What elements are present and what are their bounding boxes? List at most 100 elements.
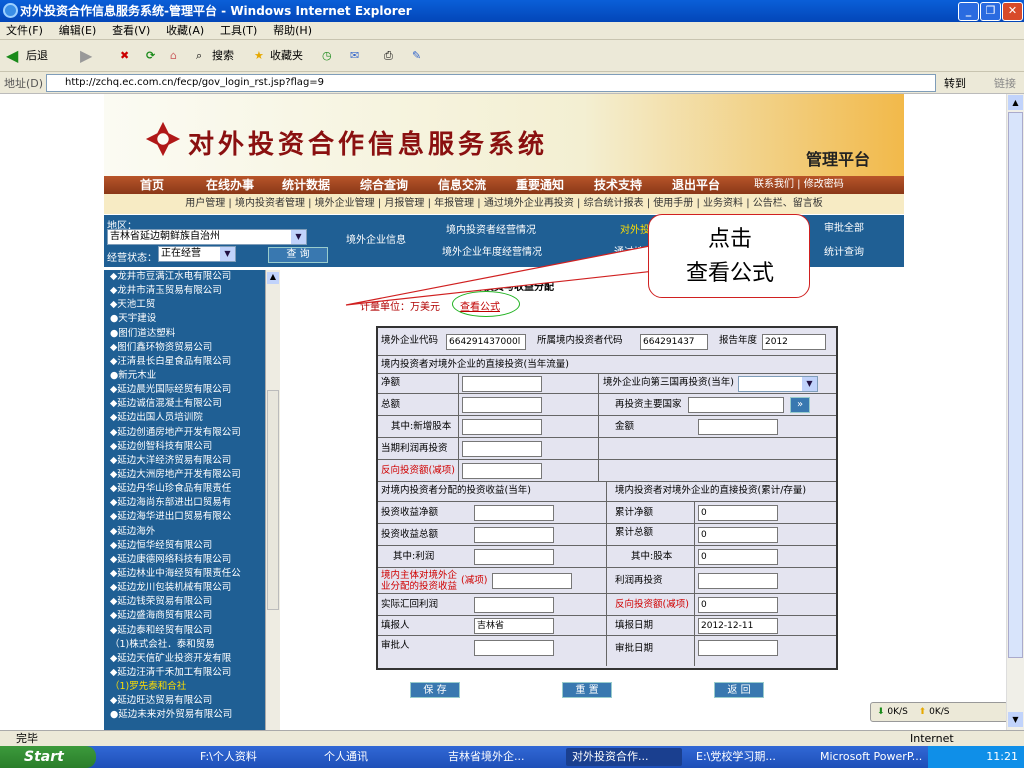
close-button[interactable]: ✕ (1002, 2, 1023, 21)
task-item[interactable]: E:\党校学习期... (690, 748, 806, 766)
approver-field[interactable] (474, 640, 554, 656)
domestic-income-field[interactable] (492, 573, 572, 589)
filler-field[interactable]: 吉林省 (474, 618, 554, 634)
company-list-item[interactable]: ●天宇建设 (104, 312, 265, 326)
start-button[interactable]: Start (0, 746, 96, 768)
total-field[interactable] (462, 397, 542, 413)
menu-tools[interactable]: 工具(T) (214, 22, 263, 40)
link-annual-status[interactable]: 境外企业年度经营情况 (442, 243, 542, 258)
home-icon[interactable]: ⌂ (170, 46, 177, 66)
company-list-item[interactable]: ◆延边创智科技有限公司 (104, 440, 265, 454)
company-list-item[interactable]: ◆延边海外 (104, 525, 265, 539)
link-approve-all[interactable]: 审批全部 (824, 219, 864, 234)
income-net-field[interactable] (474, 505, 554, 521)
menu-view[interactable]: 查看(V) (106, 22, 156, 40)
cum-total-field[interactable]: 0 (698, 527, 778, 543)
reverse2-field[interactable]: 0 (698, 597, 778, 613)
company-list-item[interactable]: ◆延边大洋经济贸易有限公司 (104, 454, 265, 468)
net-field[interactable] (462, 376, 542, 392)
company-list-item[interactable]: ◆天池工贸 (104, 298, 265, 312)
company-list-item[interactable]: ◆延边盛海商贸有限公司 (104, 609, 265, 623)
company-list-item[interactable]: ◆延边天信矿业投资开发有限 (104, 652, 265, 666)
company-list-item[interactable]: ◆汪清县长白星食品有限公司 (104, 355, 265, 369)
query-button[interactable]: 查 询 (268, 247, 328, 263)
menu-file[interactable]: 文件(F) (0, 22, 49, 40)
reverse-invest-field[interactable] (462, 463, 542, 479)
restore-button[interactable]: ❐ (980, 2, 1001, 21)
company-list-item[interactable]: ◆延边海华进出口贸易有限公 (104, 510, 265, 524)
approve-date-field[interactable] (698, 640, 778, 656)
nav-support[interactable]: 技术支持 (594, 176, 642, 194)
company-list-item[interactable]: ◆延边林业中海经贸有限责任公 (104, 567, 265, 581)
link-overseas-info[interactable]: 境外企业信息 (346, 231, 406, 246)
company-list-item[interactable]: ◆延边泰和经贸有限公司 (104, 624, 265, 638)
company-list-item[interactable]: ●图们道达塑料 (104, 327, 265, 341)
task-item[interactable]: Microsoft PowerP... (814, 748, 924, 766)
company-list-item[interactable]: ◆图们鑫环物资贸易公司 (104, 341, 265, 355)
year-field[interactable]: 2012 (762, 334, 826, 350)
forward-arrow-icon[interactable]: ▶ (80, 46, 92, 66)
company-list-item[interactable]: ◆延边丹华山珍食品有限责任 (104, 482, 265, 496)
link-approve-query[interactable]: 统计查询 (824, 243, 864, 258)
status-select[interactable]: 正在经营 ▼ (158, 246, 236, 262)
company-list-item[interactable]: （1)罗先泰和合社 (104, 680, 265, 694)
company-list-item[interactable]: ◆延边出国人员培训院 (104, 411, 265, 425)
task-item[interactable]: 个人通讯 (318, 748, 434, 766)
scroll-up-icon[interactable]: ▲ (1008, 95, 1023, 110)
company-list-scrollbar[interactable]: ▲ (265, 270, 280, 730)
amount-field[interactable] (698, 419, 778, 435)
link-investor-status[interactable]: 境内投资者经营情况 (446, 221, 536, 236)
cum-net-field[interactable]: 0 (698, 505, 778, 521)
company-list-item[interactable]: ◆延边恒华经贸有限公司 (104, 539, 265, 553)
nav-logout[interactable]: 退出平台 (672, 176, 720, 194)
address-input[interactable]: http://zchq.ec.com.cn/fecp/gov_login_rst… (46, 74, 936, 92)
company-list-item[interactable]: ◆延边诚信混凝土有限公司 (104, 397, 265, 411)
history-icon[interactable]: ◷ (322, 46, 332, 66)
nav-contact[interactable]: 联系我们 | 修改密码 (754, 176, 844, 194)
menu-edit[interactable]: 编辑(E) (53, 22, 103, 40)
go-button[interactable]: 转到 (944, 75, 966, 91)
task-item[interactable]: F:\个人资料 (194, 748, 310, 766)
print-icon[interactable]: ⎙ (384, 46, 393, 66)
subnav-links[interactable]: 用户管理 | 境内投资者管理 | 境外企业管理 | 月报管理 | 年报管理 | … (185, 198, 823, 209)
minimize-button[interactable]: _ (958, 2, 979, 21)
income-total-field[interactable] (474, 527, 554, 543)
remitted-field[interactable] (474, 597, 554, 613)
company-list-item[interactable]: ◆延边海尚东部进出口贸易有 (104, 496, 265, 510)
scroll-up-icon[interactable]: ▲ (267, 272, 279, 284)
third-party-select[interactable]: ▼ (738, 376, 818, 392)
company-list-item[interactable]: ◆延边旺达贸易有限公司 (104, 694, 265, 708)
task-item[interactable]: 对外投资合作... (566, 748, 682, 766)
menu-help[interactable]: 帮助(H) (267, 22, 318, 40)
favorites-star-icon[interactable]: ★ (254, 46, 264, 66)
company-list-item[interactable]: ◆龙井市豆满江水电有限公司 (104, 270, 265, 284)
back-arrow-icon[interactable]: ◀ (6, 46, 18, 66)
back-button[interactable]: 后退 (26, 46, 48, 66)
company-list-item[interactable]: ◆延边汪清千禾加工有限公司 (104, 666, 265, 680)
menu-favorites[interactable]: 收藏(A) (160, 22, 210, 40)
nav-statistics[interactable]: 统计数据 (282, 176, 330, 194)
search-button[interactable]: 搜索 (212, 46, 234, 66)
nav-exchange[interactable]: 信息交流 (438, 176, 486, 194)
nav-online[interactable]: 在线办事 (206, 176, 254, 194)
refresh-icon[interactable]: ⟳ (146, 46, 155, 66)
company-list-item[interactable]: （1)株式会社．泰和贸易 (104, 638, 265, 652)
links-button[interactable]: 链接 (994, 75, 1016, 91)
of-equity-field[interactable]: 0 (698, 549, 778, 565)
nav-home[interactable]: 首页 (140, 176, 164, 194)
mail-icon[interactable]: ✉ (350, 46, 359, 66)
save-button[interactable]: 保 存 (410, 682, 460, 698)
search-icon[interactable]: ⌕ (196, 46, 202, 66)
profit-reinvest-field[interactable] (462, 441, 542, 457)
company-list-item[interactable]: ◆延边龙川包装机械有限公司 (104, 581, 265, 595)
company-list-item[interactable]: ◆延边创通房地产开发有限公司 (104, 426, 265, 440)
company-list-item[interactable]: ◆延边大洲房地产开发有限公司 (104, 468, 265, 482)
edit-icon[interactable]: ✎ (412, 46, 421, 66)
company-list-item[interactable]: ●延边未来对外贸易有限公司 (104, 708, 265, 722)
investor-code-field[interactable]: 664291437 (640, 334, 708, 350)
main-country-field[interactable] (688, 397, 784, 413)
stop-icon[interactable]: ✖ (120, 46, 129, 66)
of-profit-field[interactable] (474, 549, 554, 565)
company-list-item[interactable]: ●新元木业 (104, 369, 265, 383)
fill-date-field[interactable]: 2012-12-11 (698, 618, 778, 634)
